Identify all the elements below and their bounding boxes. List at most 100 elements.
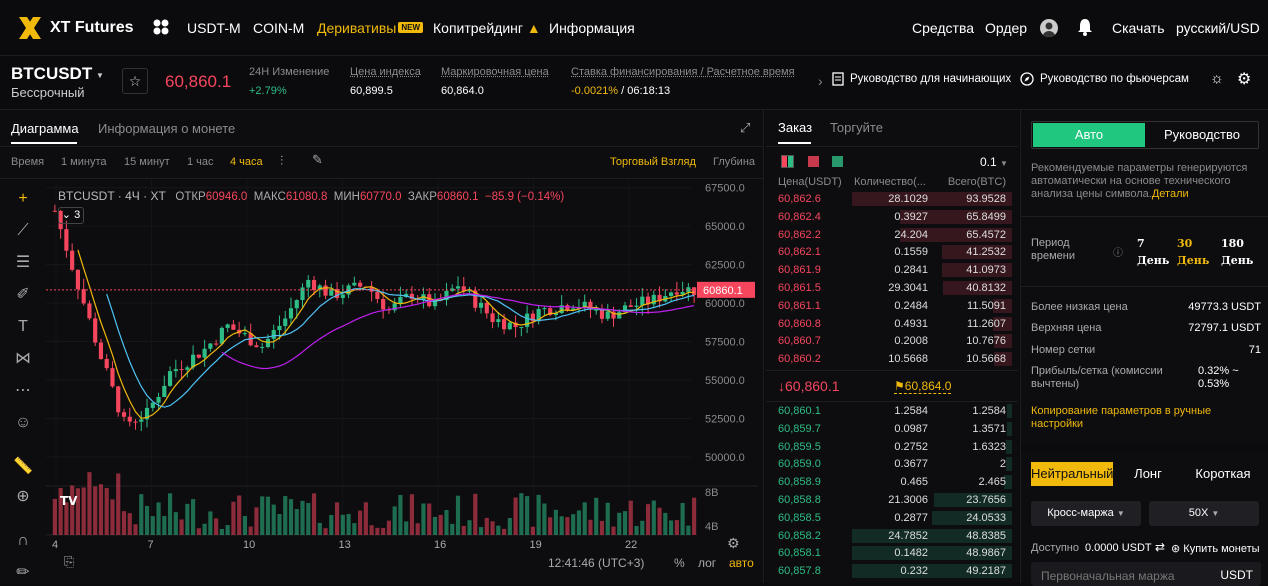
tab-trades[interactable]: Торгуйте [830, 120, 883, 135]
candle-body [271, 330, 276, 339]
ask-row[interactable]: 60,860.8 0.4931 11.2607 [766, 315, 1018, 333]
magnet-icon[interactable]: ∩ [12, 530, 34, 552]
candle-type-icon[interactable]: ⫶ [280, 153, 283, 169]
brush-icon[interactable]: ✐ [12, 284, 34, 306]
timeframe-1m[interactable]: 1 минута [61, 156, 107, 168]
ask-row[interactable]: 60,862.1 0.1559 41.2532 [766, 243, 1018, 261]
bid-row[interactable]: 60,859.5 0.2752 1.6323 [766, 438, 1018, 456]
long-button[interactable]: Лонг [1121, 462, 1175, 486]
nav-download[interactable]: Скачать [1112, 20, 1165, 36]
candle-body [651, 294, 656, 305]
view-asks-icon[interactable] [808, 156, 819, 167]
buy-coins-link[interactable]: ⊛ Купить монеты [1171, 542, 1260, 555]
settings-gear-icon[interactable]: ⚙ [1237, 69, 1251, 89]
margin-mode-select[interactable]: Кросс-маржа ▼ [1031, 501, 1141, 526]
ask-row[interactable]: 60,862.2 24.204 65.4572 [766, 226, 1018, 244]
timeframe-1h[interactable]: 1 час [187, 156, 214, 168]
period-7[interactable]: 7 День [1137, 235, 1169, 269]
nav-orders[interactable]: Ордер [985, 20, 1027, 36]
bid-row[interactable]: 60,859.7 0.0987 1.3571 [766, 420, 1018, 438]
volume-bar [300, 500, 305, 535]
details-link[interactable]: Детали [1152, 188, 1189, 200]
percent-scale-toggle[interactable]: % [674, 556, 685, 570]
beginners-guide-link[interactable]: Руководство для начинающих [832, 72, 1011, 86]
leverage-select[interactable]: 50X ▼ [1149, 501, 1259, 526]
language-currency-selector[interactable]: русский/USD [1176, 20, 1260, 36]
chevron-down-icon[interactable]: ▼ [96, 71, 104, 80]
favorite-star-icon[interactable]: ☆ [122, 68, 148, 94]
horizontal-lines-icon[interactable]: ☰ [12, 252, 34, 274]
auto-mode-button[interactable]: Авто [1033, 123, 1145, 147]
scroll-right-icon[interactable]: › [818, 73, 823, 89]
nav-info[interactable]: Информация [549, 20, 635, 36]
bid-row[interactable]: 60,859.0 0.3677 2 [766, 455, 1018, 473]
ask-row[interactable]: 60,862.4 0.3927 65.8499 [766, 208, 1018, 226]
period-30[interactable]: 30 День [1177, 235, 1209, 269]
chevron-down-icon: ▼ [1116, 509, 1125, 518]
tradingview-toggle[interactable]: Торговый Взгляд [610, 156, 696, 168]
symbol-selector[interactable]: BTCUSDT Бессрочный [11, 64, 92, 100]
crosshair-icon[interactable]: + [12, 188, 34, 210]
ask-row[interactable]: 60,861.5 29.3041 40.8132 [766, 279, 1018, 297]
chart-settings-icon[interactable]: ⚙ [727, 535, 740, 551]
ask-row[interactable]: 60,861.9 0.2841 41.0973 [766, 261, 1018, 279]
nav-coin-m[interactable]: COIN-M [253, 20, 304, 36]
view-both-icon[interactable] [781, 155, 794, 168]
date-range-icon[interactable]: ⎘ [64, 554, 74, 570]
manual-mode-button[interactable]: Руководство [1146, 123, 1258, 147]
expand-icon[interactable]: ⤢ [740, 120, 750, 136]
ruler-icon[interactable]: 📏 [12, 456, 34, 478]
bid-row[interactable]: 60,858.8 21.3006 23.7656 [766, 491, 1018, 509]
auto-scale-toggle[interactable]: авто [729, 556, 754, 570]
tab-chart[interactable]: Диаграмма [11, 121, 79, 136]
bid-row[interactable]: 60,857.8 0.232 49.2187 [766, 562, 1018, 580]
precision-selector[interactable]: 0.1 ▼ [980, 155, 1008, 169]
volume-bar [542, 503, 547, 535]
pencil-lock-icon[interactable]: ✏ [12, 562, 34, 584]
volume-bar [173, 512, 178, 535]
timeframe-15m[interactable]: 15 минут [124, 156, 170, 168]
user-avatar-icon[interactable] [1040, 19, 1058, 37]
copy-params-link[interactable]: Копирование параметров в ручные настройк… [1031, 405, 1241, 431]
bid-row[interactable]: 60,858.9 0.465 2.465 [766, 473, 1018, 491]
apps-grid-icon[interactable] [153, 19, 169, 35]
nav-usdt-m[interactable]: USDT-M [187, 20, 241, 36]
bid-row[interactable]: 60,858.2 24.7852 48.8385 [766, 527, 1018, 545]
trendline-icon[interactable]: ⟋ [12, 220, 34, 242]
info-icon[interactable]: ⓘ [1113, 244, 1123, 259]
indicators-icon[interactable]: ✎ [312, 152, 323, 168]
ask-row[interactable]: 60,862.6 28.1029 93.9528 [766, 190, 1018, 208]
nav-assets[interactable]: Средства [912, 20, 974, 36]
short-button[interactable]: Короткая [1183, 462, 1263, 486]
neutral-button[interactable]: Нейтральный [1031, 462, 1113, 486]
nav-derivatives[interactable]: Деривативы NEW [317, 20, 424, 36]
view-bids-icon[interactable] [832, 156, 843, 167]
emoji-icon[interactable]: ☺ [12, 412, 34, 434]
bid-row[interactable]: 60,858.1 0.1482 48.9867 [766, 544, 1018, 562]
timeframe-4h[interactable]: 4 часа [230, 156, 263, 168]
zoom-in-icon[interactable]: ⊕ [12, 486, 34, 508]
indicators-collapse-button[interactable]: ⌄ 3 [58, 207, 84, 224]
bid-row[interactable]: 60,858.5 0.2877 24.0533 [766, 509, 1018, 527]
bid-row[interactable]: 60,860.1 1.2584 1.2584 [766, 402, 1018, 420]
period-180[interactable]: 180 День [1221, 235, 1253, 269]
ask-row[interactable]: 60,860.7 0.2008 10.7676 [766, 332, 1018, 350]
nav-copytrading[interactable]: Копитрейдинг ▲ [433, 20, 541, 36]
transfer-icon[interactable]: ⇄ [1155, 540, 1165, 554]
measure-lines-icon[interactable]: ⋯ [12, 380, 34, 402]
initial-margin-input[interactable]: Первоначальная маржа USDT [1031, 562, 1261, 586]
log-scale-toggle[interactable]: лог [698, 556, 716, 570]
text-tool-icon[interactable]: T [12, 316, 34, 338]
theme-toggle-icon[interactable]: ☼ [1210, 70, 1224, 87]
pattern-icon[interactable]: ⋈ [12, 348, 34, 370]
bell-icon[interactable] [1077, 18, 1093, 39]
futures-guide-link[interactable]: Руководство по фьючерсам [1020, 72, 1189, 86]
depth-toggle[interactable]: Глубина [713, 156, 755, 168]
tab-orderbook[interactable]: Заказ [778, 120, 812, 135]
brand-logo[interactable]: XT Futures [16, 14, 134, 42]
tab-coin-info[interactable]: Информация о монете [98, 121, 235, 136]
ask-row[interactable]: 60,860.2 10.5668 10.5668 [766, 350, 1018, 368]
price-chart[interactable]: 67500.0 65000.0 62500.0 60000.0 57500.0 55000… [46, 180, 758, 562]
ask-row[interactable]: 60,861.1 0.2484 11.5091 [766, 297, 1018, 315]
depth-bar [1005, 439, 1012, 454]
